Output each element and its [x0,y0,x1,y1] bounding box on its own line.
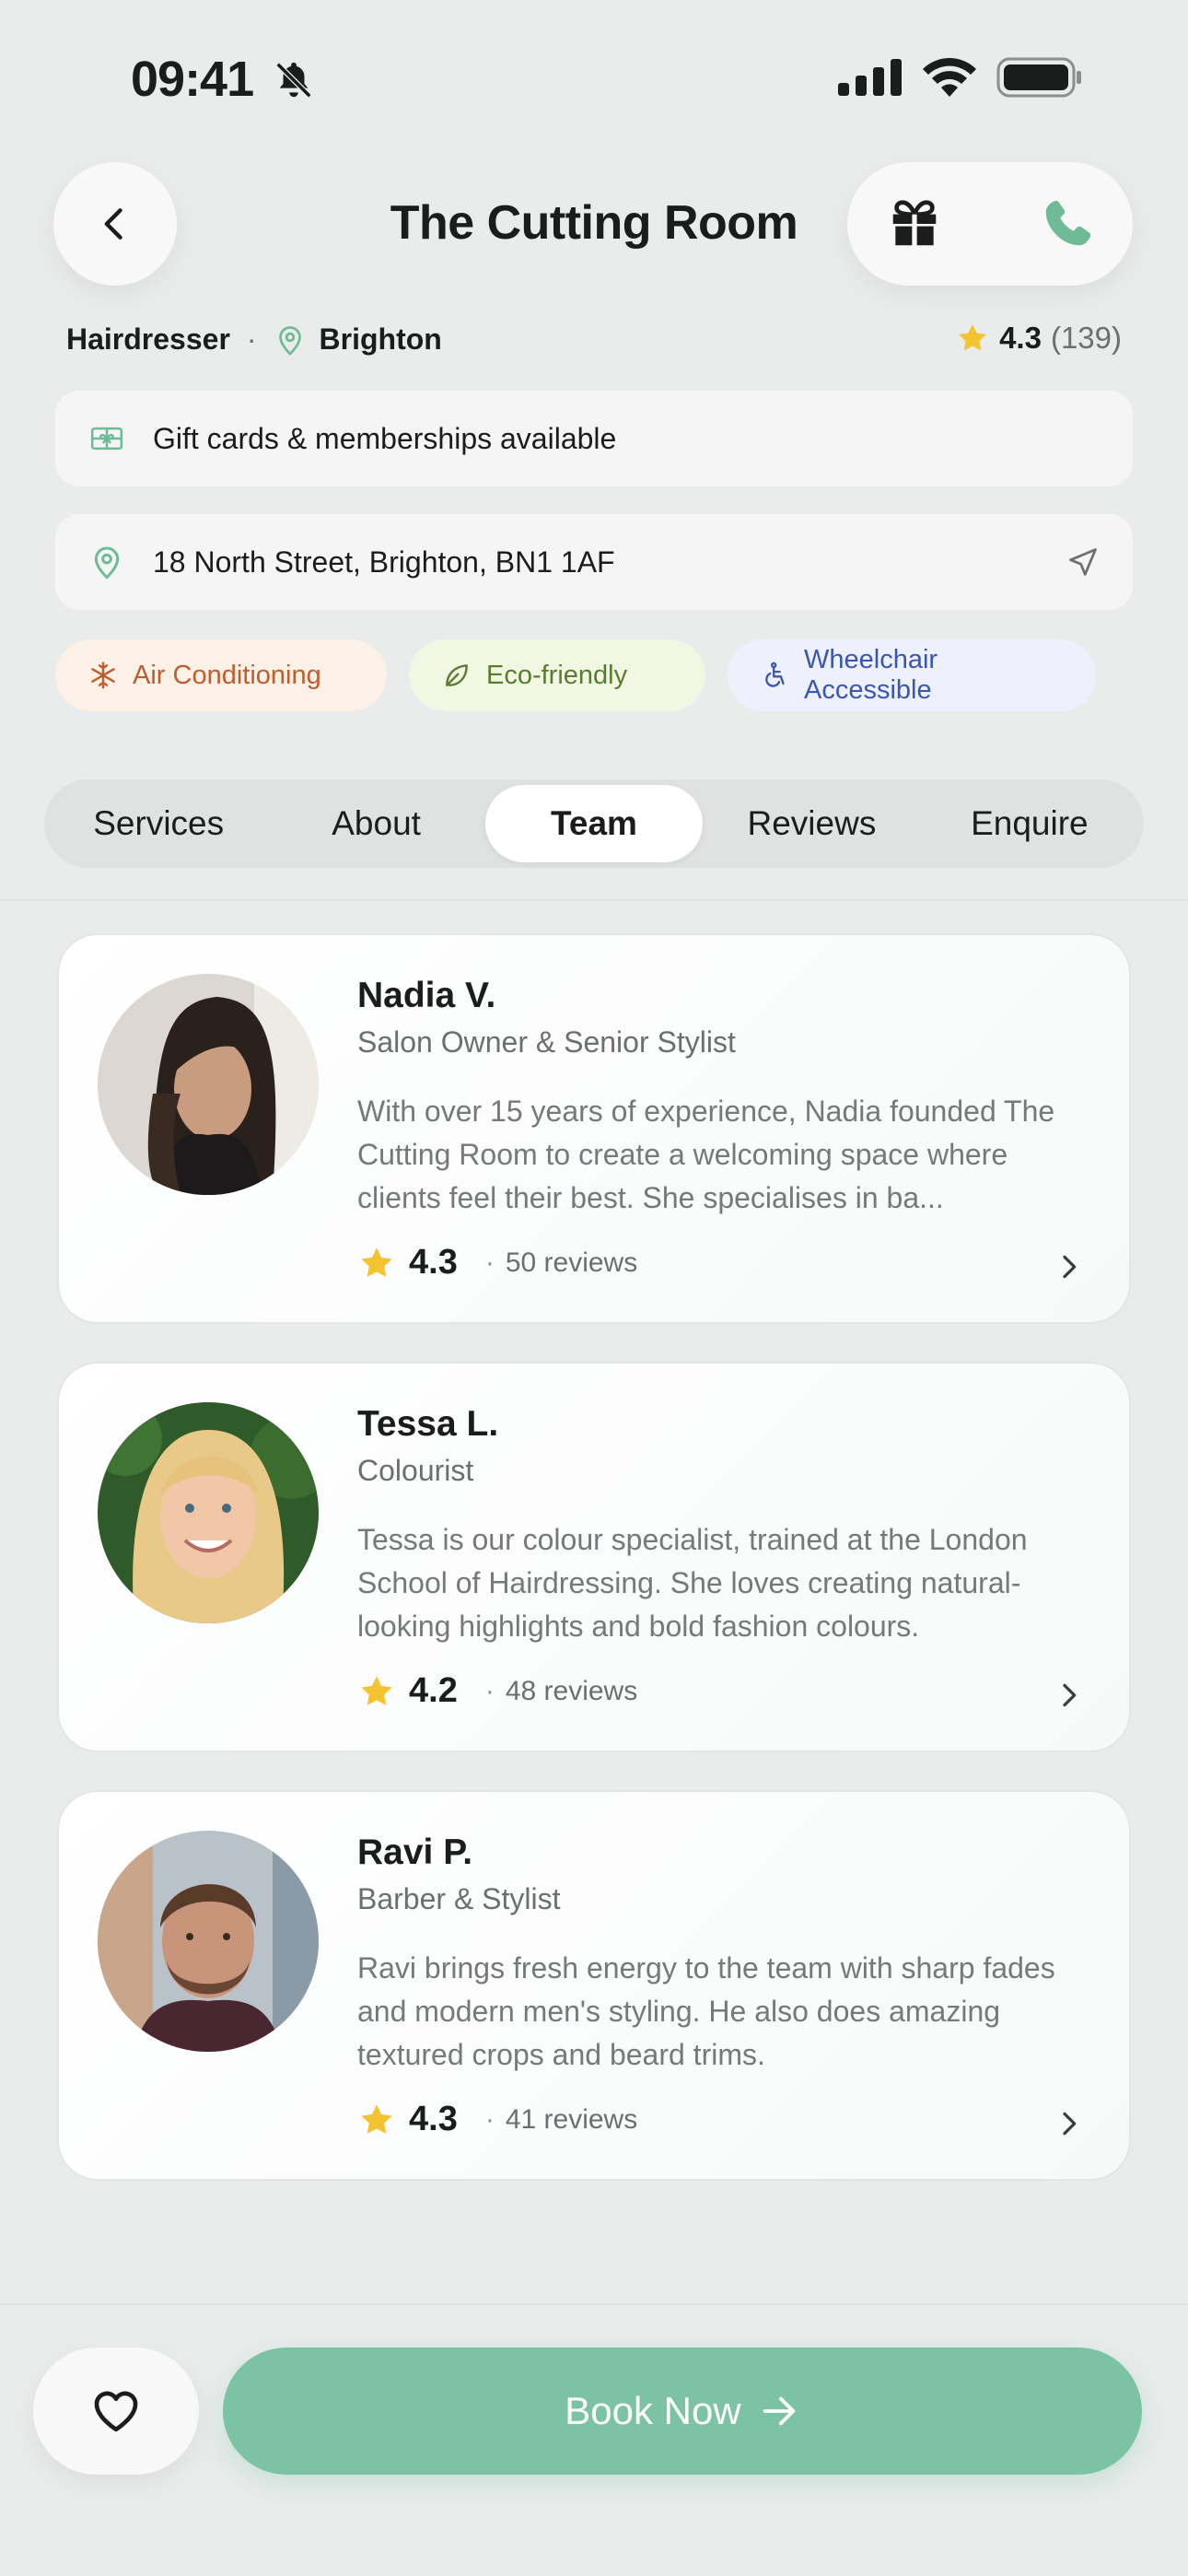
page-title: The Cutting Room [390,196,798,250]
star-icon [361,1247,392,1277]
star-icon [361,1675,392,1705]
star-icon [959,323,987,351]
leaf-icon [446,664,468,686]
business-meta: Hairdresser · Brighton [66,322,442,357]
phone-icon[interactable] [1039,195,1096,252]
amenity-chips: Air Conditioning Eco-friendly Wheelchair… [55,639,1096,711]
member-rating-value: 4.2 [409,1671,458,1710]
status-bar: 09:41 [0,0,1188,157]
rating-separator: · [484,2103,495,2135]
location-pin-icon [94,546,120,580]
member-rating-value: 4.3 [409,1243,458,1282]
back-button[interactable] [53,162,177,286]
amenity-chip-air-conditioning: Air Conditioning [55,639,387,711]
member-review-count: 48 reviews [505,1675,638,1706]
signal-icon [838,59,902,96]
address-text: 18 North Street, Brighton, BN1 1AF [153,544,615,579]
team-member-card[interactable]: Tessa L. Colourist Tessa is our colour s… [57,1362,1131,1752]
wifi-icon [923,58,976,97]
team-member-card[interactable]: Nadia V. Salon Owner & Senior Stylist Wi… [57,933,1131,1324]
bell-muted-icon [275,62,312,99]
location-label: Brighton [319,322,442,356]
member-review-count: 41 reviews [505,2103,638,2135]
member-rating: 4.3 · 41 reviews [357,2100,637,2139]
wheelchair-icon [765,662,785,687]
member-rating: 4.2 · 48 reviews [357,1671,637,1711]
business-rating[interactable]: 4.3 (139) [955,321,1122,356]
amenity-label: Air Conditioning [133,660,321,690]
gift-card-banner[interactable]: Gift cards & memberships available [55,391,1133,486]
avatar [98,1402,319,1623]
heart-icon [94,2391,138,2432]
rating-value: 4.3 [999,321,1042,355]
chevron-right-icon [1063,2112,1077,2136]
tab-team[interactable]: Team [484,785,704,862]
member-bio: Tessa is our colour specialist, trained … [357,1523,1028,1643]
star-icon [361,2103,392,2134]
chevron-left-icon [104,208,122,240]
header-actions [847,162,1133,286]
rating-separator: · [484,1675,495,1706]
category-label: Hairdresser [66,322,230,356]
status-time: 09:41 [131,52,254,107]
team-member-card[interactable]: Ravi P. Barber & Stylist Ravi brings fre… [57,1790,1131,2181]
tab-services[interactable]: Services [50,785,267,862]
chevron-right-icon [1063,1683,1077,1707]
member-role: Colourist [357,1454,474,1487]
section-tabs: Services About Team Reviews Enquire [44,779,1144,868]
member-rating-value: 4.3 [409,2100,458,2138]
amenity-label: Wheelchair Accessible [804,645,938,705]
avatar [98,974,319,1195]
member-rating: 4.3 · 50 reviews [357,1243,637,1282]
address-box[interactable]: 18 North Street, Brighton, BN1 1AF [55,514,1133,610]
meta-separator: · [246,322,257,356]
member-bio: With over 15 years of experience, Nadia … [357,1095,1055,1214]
amenity-label: Eco-friendly [486,660,628,690]
member-name: Tessa L. [357,1404,499,1444]
gift-card-text: Gift cards & memberships available [153,421,617,455]
gift-icon[interactable] [886,195,943,252]
rating-separator: · [484,1247,495,1278]
member-role: Barber & Stylist [357,1882,561,1915]
location-pin-icon [278,325,301,356]
avatar [98,1831,319,2052]
member-review-count: 50 reviews [505,1247,638,1278]
amenity-chip-wheelchair-accessible: Wheelchair Accessible [728,639,1096,711]
section-divider [0,899,1188,901]
tab-enquire[interactable]: Enquire [921,785,1138,862]
book-now-label: Book Now [565,2389,741,2432]
member-bio: Ravi brings fresh energy to the team wit… [357,1951,1055,2071]
member-role: Salon Owner & Senior Stylist [357,1025,736,1059]
navigation-arrow-icon[interactable] [1066,545,1100,579]
favourite-button[interactable] [33,2348,199,2475]
gift-card-icon [90,427,123,451]
amenity-chip-eco-friendly: Eco-friendly [409,639,705,711]
tab-reviews[interactable]: Reviews [703,785,920,862]
bottom-bar-divider [0,2303,1188,2305]
member-name: Ravi P. [357,1832,473,1872]
arrow-right-icon [763,2396,795,2426]
chevron-right-icon [1063,1255,1077,1279]
book-now-button[interactable]: Book Now [223,2348,1142,2475]
member-name: Nadia V. [357,976,496,1015]
snowflake-icon [91,662,115,689]
battery-icon [996,57,1081,98]
rating-count: (139) [1050,321,1122,355]
tab-about[interactable]: About [267,785,484,862]
